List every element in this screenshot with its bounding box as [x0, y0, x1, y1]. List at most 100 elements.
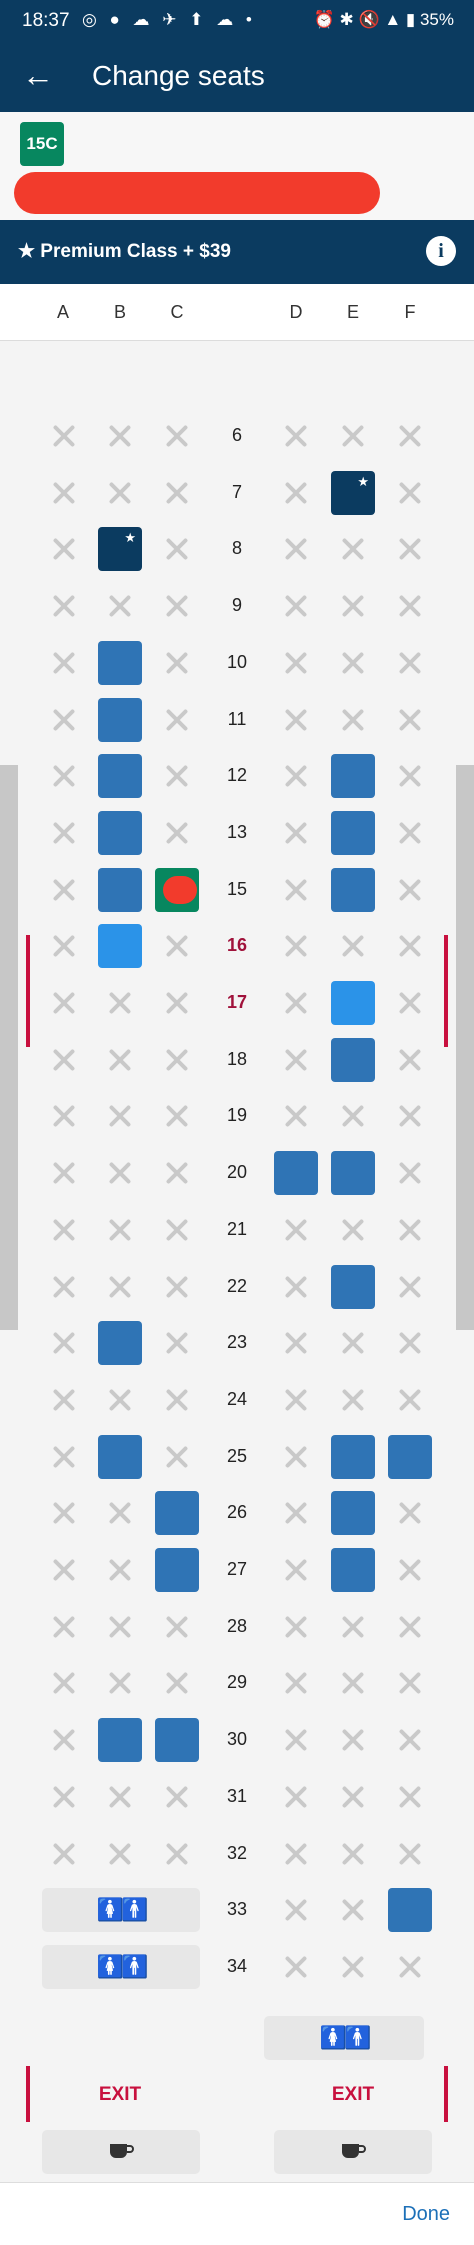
unavailable-seat-20B [98, 1151, 142, 1195]
unavailable-seat-9C [155, 584, 199, 628]
available-seat-12E[interactable] [331, 754, 375, 798]
unavailable-seat-22D [274, 1265, 318, 1309]
unavailable-seat-31D [274, 1775, 318, 1819]
unavailable-seat-23C [155, 1321, 199, 1365]
row-number: 18 [226, 1049, 248, 1069]
unavailable-seat-11A [42, 698, 86, 742]
unavailable-seat-9B [98, 584, 142, 628]
column-label: C [170, 302, 184, 322]
available-seat-22E[interactable] [331, 1265, 375, 1309]
back-arrow-icon[interactable]: ← [22, 55, 54, 95]
row-number: 10 [226, 652, 248, 672]
app-bar: ← Change seats [0, 42, 474, 112]
available-seat-7E[interactable]: ★ [331, 471, 375, 515]
unavailable-seat-17F [388, 981, 432, 1025]
unavailable-seat-11F [388, 698, 432, 742]
available-seat-25E[interactable] [331, 1435, 375, 1479]
available-seat-15E[interactable] [331, 868, 375, 912]
available-seat-30C[interactable] [155, 1718, 199, 1762]
unavailable-seat-16C [155, 924, 199, 968]
available-seat-16B[interactable] [98, 924, 142, 968]
lavatory-right: 🚺🚹 [264, 2016, 424, 2060]
unavailable-seat-6C [155, 414, 199, 458]
available-seat-12B[interactable] [98, 754, 142, 798]
available-seat-15B[interactable] [98, 868, 142, 912]
unavailable-seat-19F [388, 1094, 432, 1138]
unavailable-seat-28F [388, 1605, 432, 1649]
done-button[interactable]: Done [402, 2203, 450, 2226]
unavailable-seat-19E [331, 1094, 375, 1138]
available-seat-33F[interactable] [388, 1888, 432, 1932]
available-seat-25B[interactable] [98, 1435, 142, 1479]
available-seat-27C[interactable] [155, 1548, 199, 1592]
footer-bar: Done [0, 2182, 474, 2245]
available-seat-18E[interactable] [331, 1038, 375, 1082]
restroom-icon: 🚺🚹 [319, 2025, 372, 2050]
unavailable-seat-9F [388, 584, 432, 628]
unavailable-seat-21C [155, 1208, 199, 1252]
row-number: 23 [226, 1332, 248, 1352]
unavailable-seat-34E [331, 1945, 375, 1989]
unavailable-seat-26D [274, 1491, 318, 1535]
unavailable-seat-27B [98, 1548, 142, 1592]
available-seat-26C[interactable] [155, 1491, 199, 1535]
available-seat-20D[interactable] [274, 1151, 318, 1195]
available-seat-25F[interactable] [388, 1435, 432, 1479]
available-seat-20E[interactable] [331, 1151, 375, 1195]
available-seat-13B[interactable] [98, 811, 142, 855]
row-number: 17 [226, 992, 248, 1012]
available-seat-26E[interactable] [331, 1491, 375, 1535]
available-seat-10B[interactable] [98, 641, 142, 685]
unavailable-seat-6D [274, 414, 318, 458]
unavailable-seat-22A [42, 1265, 86, 1309]
row-number: 24 [226, 1389, 248, 1409]
unavailable-seat-27F [388, 1548, 432, 1592]
restroom-icon: 🚺🚹 [96, 1954, 149, 1979]
unavailable-seat-9D [274, 584, 318, 628]
unavailable-seat-28E [331, 1605, 375, 1649]
available-seat-8B[interactable]: ★ [98, 527, 142, 571]
unavailable-seat-6A [42, 414, 86, 458]
unavailable-seat-24C [155, 1378, 199, 1422]
row-number: 12 [226, 765, 248, 785]
row-number: 16 [226, 935, 248, 955]
exit-marker-right [444, 2066, 448, 2122]
column-label: D [289, 302, 303, 322]
available-seat-27E[interactable] [331, 1548, 375, 1592]
info-icon[interactable]: i [426, 236, 456, 266]
selected-seat-15C[interactable] [155, 868, 199, 912]
available-seat-13E[interactable] [331, 811, 375, 855]
unavailable-seat-24D [274, 1378, 318, 1422]
unavailable-seat-29F [388, 1661, 432, 1705]
unavailable-seat-19A [42, 1094, 86, 1138]
unavailable-seat-24A [42, 1378, 86, 1422]
unavailable-seat-12C [155, 754, 199, 798]
unavailable-seat-23A [42, 1321, 86, 1365]
row-number: 31 [226, 1786, 248, 1806]
available-seat-23B[interactable] [98, 1321, 142, 1365]
unavailable-seat-34F [388, 1945, 432, 1989]
wing-right [456, 765, 474, 1330]
unavailable-seat-10C [155, 641, 199, 685]
unavailable-seat-10F [388, 641, 432, 685]
unavailable-seat-6B [98, 414, 142, 458]
unavailable-seat-12D [274, 754, 318, 798]
unavailable-seat-6E [331, 414, 375, 458]
unavailable-seat-19C [155, 1094, 199, 1138]
unavailable-seat-10D [274, 641, 318, 685]
passenger-seat-badge[interactable]: 15C [20, 122, 64, 166]
available-seat-30B[interactable] [98, 1718, 142, 1762]
available-seat-11B[interactable] [98, 698, 142, 742]
unavailable-seat-25D [274, 1435, 318, 1479]
row-number: 11 [227, 709, 247, 729]
unavailable-seat-24E [331, 1378, 375, 1422]
unavailable-seat-23E [331, 1321, 375, 1365]
unavailable-seat-34D [274, 1945, 318, 1989]
row-number: 27 [226, 1559, 248, 1579]
unavailable-seat-8F [388, 527, 432, 571]
available-seat-17E[interactable] [331, 981, 375, 1025]
redacted-mark [163, 876, 197, 904]
unavailable-seat-21F [388, 1208, 432, 1252]
unavailable-seat-31A [42, 1775, 86, 1819]
unavailable-seat-9A [42, 584, 86, 628]
